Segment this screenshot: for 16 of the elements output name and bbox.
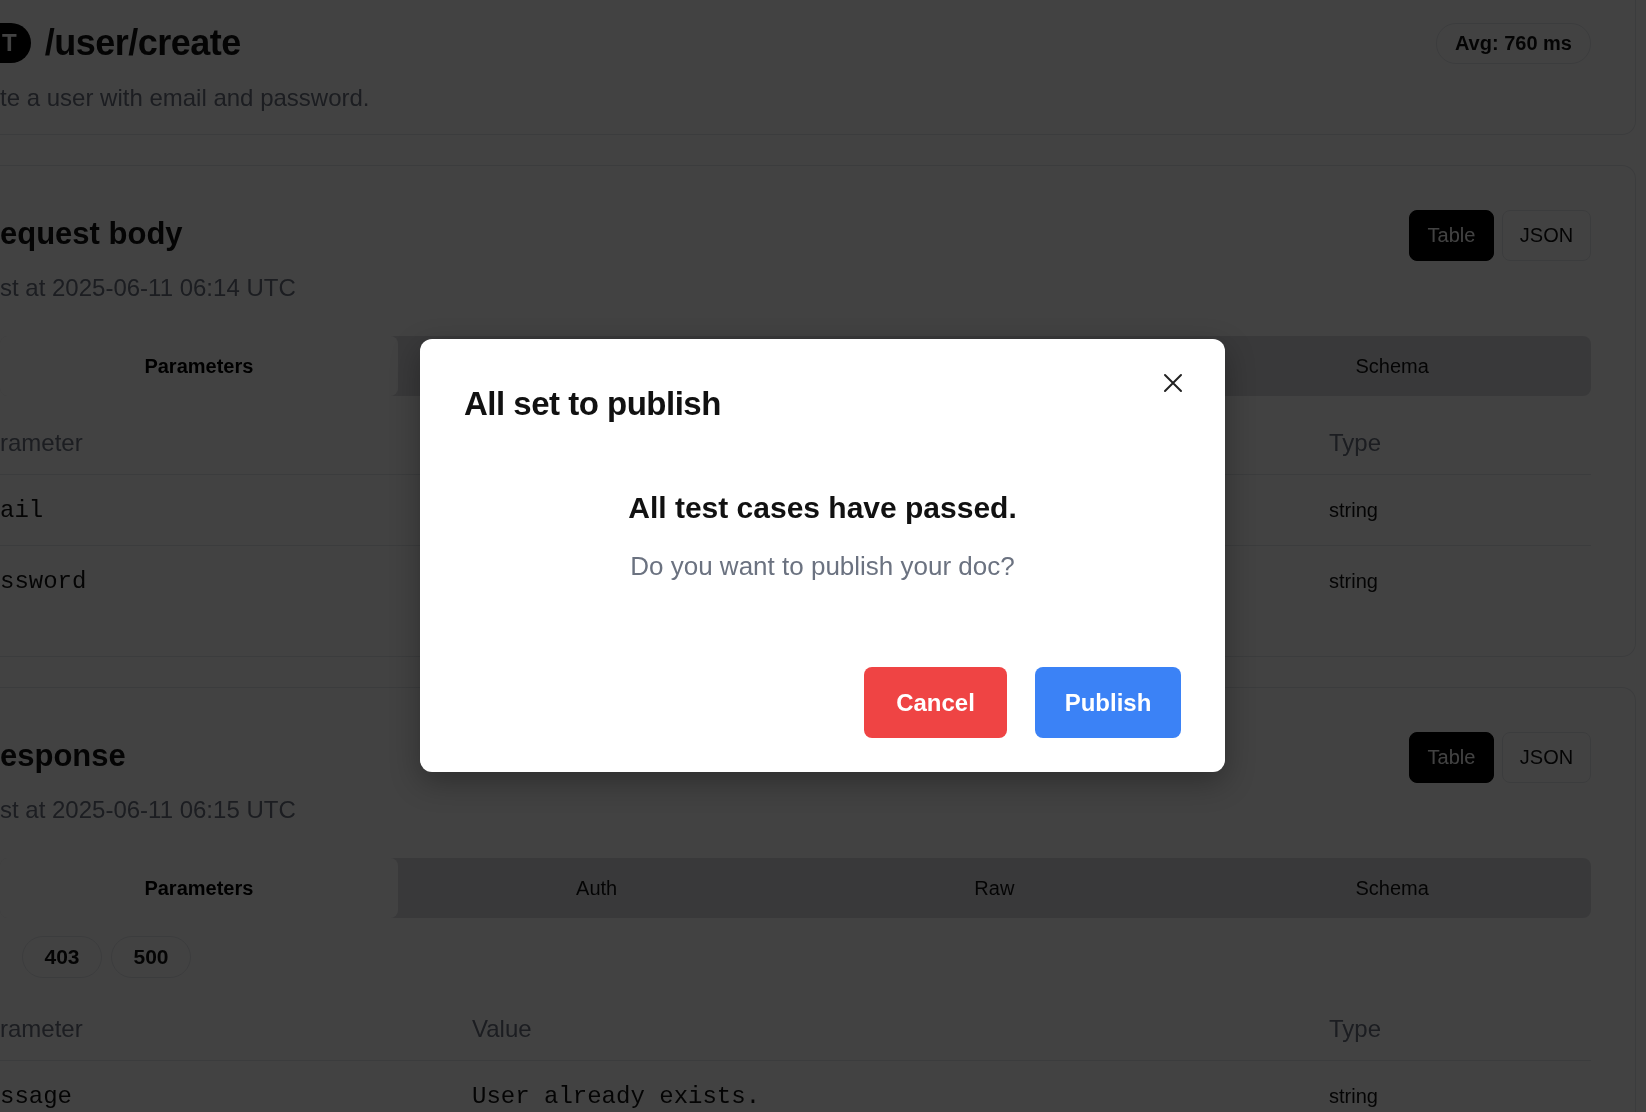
table-cell-text: ail	[0, 496, 45, 524]
dialog-message: Do you want to publish your doc?	[630, 551, 1015, 582]
section-title: equest body	[0, 216, 184, 252]
section-title: esponse	[0, 738, 127, 774]
endpoint-path: /user/create	[44, 22, 241, 64]
table-cell-text: string	[1329, 498, 1379, 522]
dialog-heading: All test cases have passed.	[628, 491, 1017, 525]
publish-button[interactable]: Publish	[1035, 667, 1181, 738]
table-cell-text: ssword	[0, 567, 88, 595]
table-cell-text: ssage	[0, 1082, 73, 1110]
cancel-button[interactable]: Cancel	[864, 667, 1007, 738]
dialog-title: All set to publish	[464, 385, 721, 423]
table-cell-text: string	[1329, 1084, 1379, 1108]
table-cell-text: string	[1329, 569, 1379, 593]
table-cell-text: User already exists.	[472, 1082, 762, 1110]
close-icon[interactable]	[1163, 373, 1183, 393]
